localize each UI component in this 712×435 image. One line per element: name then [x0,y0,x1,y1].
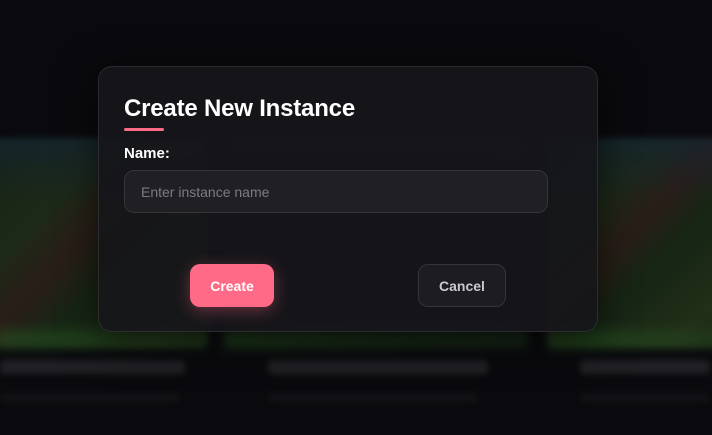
create-button[interactable]: Create [190,264,274,307]
instance-name-input[interactable] [124,170,548,213]
name-label: Name: [124,145,170,162]
dialog-title: Create New Instance [124,95,355,122]
title-accent-underline [124,128,164,131]
create-instance-dialog: Create New Instance Name: Create Cancel [98,66,598,332]
cancel-button[interactable]: Cancel [418,264,506,307]
